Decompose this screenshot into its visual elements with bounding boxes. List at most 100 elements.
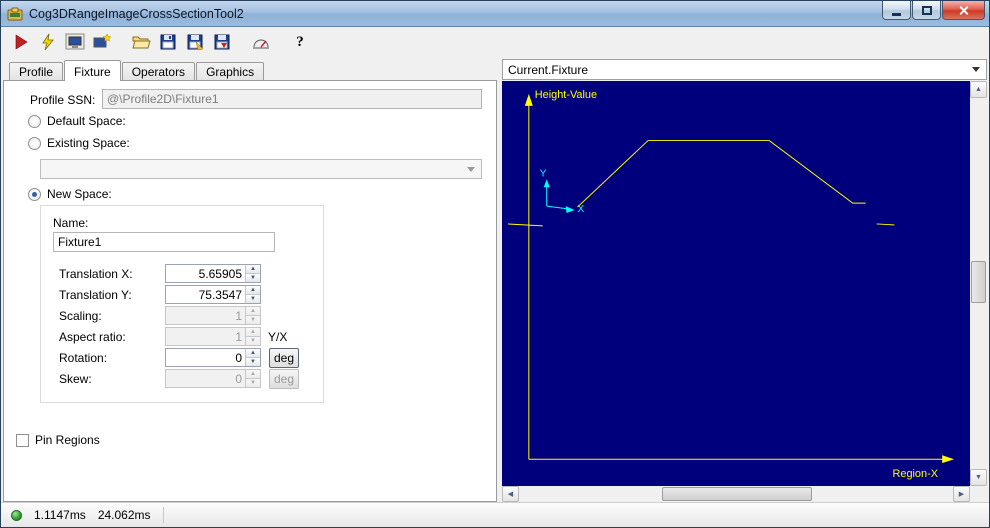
save-as-button[interactable] — [183, 31, 207, 53]
run-icon — [15, 34, 28, 50]
aspect-ratio-row: Aspect ratio: ▲ ▼ Y/X — [41, 327, 323, 347]
tab-operators[interactable]: Operators — [121, 62, 196, 80]
field-label: Rotation: — [59, 351, 108, 365]
spin-buttons: ▲ ▼ — [245, 265, 260, 282]
add-display-icon — [93, 33, 112, 48]
save-results-icon — [214, 34, 230, 50]
x-axis-arrow-icon — [942, 455, 955, 464]
tab-strip: Profile Fixture Operators Graphics — [3, 59, 497, 81]
aspect-ratio-input — [166, 328, 245, 345]
tab-fixture[interactable]: Fixture — [64, 60, 121, 81]
horizontal-scroll-thumb[interactable] — [662, 487, 812, 501]
checkbox-label: Pin Regions — [35, 433, 100, 447]
new-space-group: Name: Translation X: ▲ ▼ Tr — [40, 205, 324, 403]
benchmark-button[interactable] — [249, 31, 273, 53]
skew-stepper: ▲ ▼ — [165, 369, 261, 388]
display-selector-combo[interactable]: Current.Fixture — [502, 59, 987, 80]
height-axis-label: Height-Value — [535, 89, 597, 101]
scroll-left-icon[interactable]: ◀ — [502, 486, 519, 502]
profile-graph: Height-Value Region-X Y X — [507, 89, 955, 480]
spin-buttons: ▲ ▼ — [245, 349, 260, 366]
translation-x-stepper: ▲ ▼ — [165, 264, 261, 283]
translation-x-input[interactable] — [166, 265, 245, 282]
chevron-down-icon — [972, 67, 980, 72]
save-icon — [160, 34, 176, 50]
radio-new-space[interactable]: New Space: — [28, 187, 112, 201]
radio-existing-space[interactable]: Existing Space: — [28, 136, 130, 150]
maximize-button[interactable] — [912, 1, 941, 20]
aspect-ratio-suffix: Y/X — [268, 330, 288, 344]
minimize-icon — [892, 12, 901, 16]
vertical-scroll-thumb[interactable] — [971, 261, 986, 303]
scaling-row: Scaling: ▲ ▼ — [41, 306, 323, 326]
aspect-ratio-stepper: ▲ ▼ — [165, 327, 261, 346]
lightning-icon — [42, 33, 54, 51]
spin-up-icon: ▲ — [246, 328, 260, 337]
minimize-button[interactable] — [882, 1, 911, 20]
title-bar[interactable]: Cog3DRangeImageCrossSectionTool2 — [1, 1, 989, 27]
run-button[interactable] — [9, 31, 33, 53]
scroll-right-icon[interactable]: ▶ — [953, 486, 970, 502]
profile-display[interactable]: Height-Value Region-X Y X — [502, 81, 970, 486]
maximize-icon — [921, 5, 932, 15]
scroll-down-icon[interactable]: ▼ — [970, 469, 987, 486]
status-led-icon — [11, 509, 22, 521]
mini-y-arrow-icon — [543, 179, 550, 188]
open-file-button[interactable] — [129, 31, 153, 53]
radio-default-space[interactable]: Default Space: — [28, 114, 126, 128]
mini-y-label: Y — [540, 168, 547, 179]
field-label: Translation X: — [59, 267, 133, 281]
toolbar: ? — [1, 27, 989, 57]
tab-profile[interactable]: Profile — [9, 62, 64, 80]
name-field[interactable] — [53, 232, 275, 252]
radio-label: New Space: — [47, 187, 112, 201]
radio-icon — [28, 187, 41, 201]
spin-down-icon: ▼ — [246, 379, 260, 387]
close-button[interactable] — [942, 1, 985, 20]
rotation-stepper: ▲ ▼ — [165, 348, 261, 367]
tab-graphics[interactable]: Graphics — [196, 62, 265, 80]
field-label: Aspect ratio: — [59, 330, 126, 344]
scroll-up-icon[interactable]: ▲ — [970, 81, 987, 98]
save-as-icon — [187, 34, 204, 51]
spin-down-icon[interactable]: ▼ — [246, 295, 260, 303]
status-divider — [162, 507, 164, 523]
pin-regions-checkbox[interactable]: Pin Regions — [16, 433, 100, 447]
spin-buttons: ▲ ▼ — [245, 370, 260, 387]
spin-down-icon[interactable]: ▼ — [246, 358, 260, 366]
show-display-button[interactable] — [63, 31, 87, 53]
chevron-down-icon — [467, 166, 475, 172]
profile-polyline — [577, 140, 866, 208]
checkbox-icon — [16, 433, 29, 447]
translation-y-input[interactable] — [166, 286, 245, 303]
spin-up-icon[interactable]: ▲ — [246, 286, 260, 295]
rotation-deg-button[interactable]: deg — [269, 348, 299, 368]
rotation-input[interactable] — [166, 349, 245, 366]
live-run-button[interactable] — [36, 31, 60, 53]
benchmark-icon — [253, 39, 269, 49]
add-display-button[interactable] — [90, 31, 114, 53]
profile-ssn-label: Profile SSN: — [30, 93, 96, 107]
translation-x-row: Translation X: ▲ ▼ — [41, 264, 323, 284]
combo-value: Current.Fixture — [508, 62, 589, 77]
app-icon — [7, 7, 23, 20]
mini-x-arrow-icon — [565, 206, 575, 214]
existing-space-combo — [40, 159, 482, 179]
status-bar: 1.1147ms 24.062ms — [1, 502, 989, 527]
scaling-input — [166, 307, 245, 324]
save-results-button[interactable] — [210, 31, 234, 53]
spin-down-icon[interactable]: ▼ — [246, 274, 260, 282]
vertical-scrollbar[interactable]: ▲ ▼ — [970, 81, 987, 486]
skew-row: Skew: ▲ ▼ deg — [41, 369, 323, 389]
spin-up-icon[interactable]: ▲ — [246, 349, 260, 358]
radio-icon — [28, 114, 41, 128]
region-axis-label: Region-X — [892, 468, 938, 480]
spin-buttons: ▲ ▼ — [245, 328, 260, 345]
skew-deg-button: deg — [269, 369, 299, 389]
spin-up-icon: ▲ — [246, 370, 260, 379]
spin-up-icon[interactable]: ▲ — [246, 265, 260, 274]
help-button[interactable]: ? — [288, 31, 312, 53]
save-button[interactable] — [156, 31, 180, 53]
scrollbar-corner — [970, 486, 987, 502]
horizontal-scrollbar[interactable]: ◀ ▶ — [502, 486, 970, 502]
